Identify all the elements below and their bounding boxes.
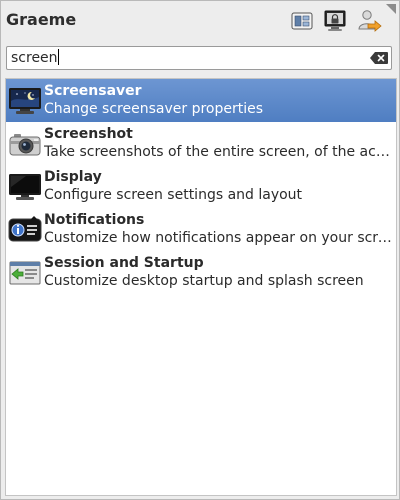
menu-header: Graeme [1, 1, 399, 41]
session-startup-icon [8, 257, 42, 289]
result-title: Notifications [44, 212, 145, 228]
log-out-icon [358, 10, 382, 32]
result-screensaver[interactable]: Screensaver Change screensaver propertie… [6, 79, 396, 122]
result-screenshot[interactable]: Screenshot Take screenshots of the entir… [6, 122, 396, 165]
result-description: Configure screen settings and layout [44, 187, 303, 203]
result-title: Session and Startup [44, 255, 204, 271]
switch-user-icon [291, 12, 313, 30]
result-description: Take screenshots of the entire screen, o… [44, 144, 392, 160]
user-name: Graeme [6, 10, 77, 29]
search-results-list: Screensaver Change screensaver propertie… [5, 78, 397, 496]
result-description: Customize desktop startup and splash scr… [44, 273, 364, 289]
clear-text-icon [370, 52, 388, 64]
lock-screen-icon [324, 10, 346, 31]
result-description: Change screensaver properties [44, 101, 264, 117]
result-title: Screensaver [44, 83, 142, 99]
lock-screen-button[interactable] [322, 9, 348, 33]
result-description: Customize how notifications appear on yo… [44, 230, 392, 246]
result-display[interactable]: Display Configure screen settings and la… [6, 165, 396, 208]
switch-user-button[interactable] [289, 9, 315, 33]
result-title: Screenshot [44, 126, 133, 142]
camera-icon [8, 128, 42, 160]
search-box[interactable]: screen [6, 46, 392, 70]
search-input-value: screen [11, 50, 58, 66]
display-icon [8, 171, 42, 203]
text-cursor [57, 49, 59, 65]
result-title: Display [44, 169, 102, 185]
clear-search-button[interactable] [368, 47, 390, 69]
screensaver-icon [8, 85, 42, 117]
whisker-menu-panel: Graeme screen Screensaver Change screens… [0, 0, 400, 500]
result-session-and-startup[interactable]: Session and Startup Customize desktop st… [6, 251, 396, 294]
log-out-button[interactable] [356, 9, 382, 33]
result-notifications[interactable]: Notifications Customize how notification… [6, 208, 396, 251]
search-input[interactable]: screen [7, 48, 368, 68]
notifications-icon [8, 214, 42, 246]
